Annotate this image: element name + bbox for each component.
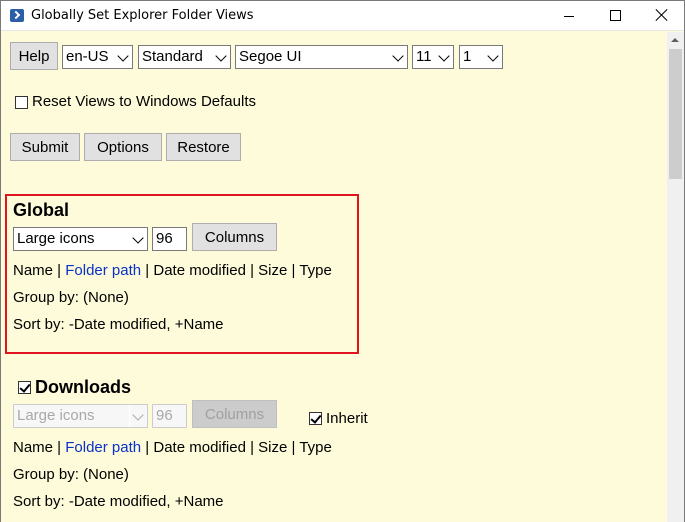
reset-views-checkbox[interactable] — [15, 96, 28, 109]
chevron-down-icon — [114, 46, 132, 68]
options-button[interactable]: Options — [84, 133, 162, 161]
chevron-down-icon — [435, 46, 453, 68]
downloads-view-value: Large icons — [17, 407, 95, 424]
minimize-button[interactable] — [546, 1, 592, 31]
close-button[interactable] — [638, 1, 684, 31]
global-columns-list: Name | Folder path | Date modified | Siz… — [13, 262, 332, 279]
global-view-select[interactable]: Large icons — [13, 227, 148, 251]
downloads-group-by: Group by: (None) — [13, 466, 129, 483]
downloads-columns-list: Name | Folder path | Date modified | Siz… — [13, 439, 332, 456]
reset-views-label: Reset Views to Windows Defaults — [32, 93, 256, 110]
column-type: Type — [299, 262, 332, 279]
global-icon-size-input[interactable]: 96 — [152, 227, 187, 251]
close-icon — [655, 8, 669, 22]
chevron-down-icon — [129, 405, 147, 427]
title-bar: Globally Set Explorer Folder Views — [1, 1, 684, 31]
main-content: Help en-US Standard Segoe UI 11 1 Reset … — [1, 32, 667, 522]
column-name: Name — [13, 439, 54, 456]
column-separator: | — [53, 439, 66, 456]
column-size: Size — [258, 262, 288, 279]
font-size-select[interactable]: 11 — [412, 45, 454, 69]
scroll-thumb[interactable] — [669, 49, 682, 179]
downloads-checkbox[interactable] — [18, 381, 31, 394]
column-type: Type — [299, 439, 332, 456]
column-separator: | — [245, 439, 259, 456]
minimize-icon — [564, 16, 574, 17]
scale-select[interactable]: 1 — [459, 45, 503, 69]
column-name: Name — [13, 262, 54, 279]
app-window: Globally Set Explorer Folder Views Help … — [0, 0, 685, 522]
inherit-checkbox[interactable] — [309, 412, 322, 425]
language-value: en-US — [66, 48, 109, 65]
inherit-label: Inherit — [326, 410, 368, 427]
downloads-columns-button[interactable]: Columns — [192, 400, 277, 428]
maximize-icon — [610, 10, 621, 21]
column-folder-path-link[interactable]: Folder path — [65, 262, 141, 279]
font-value: Segoe UI — [239, 48, 302, 65]
downloads-icon-size-input[interactable]: 96 — [152, 404, 187, 428]
scroll-up-arrow-icon[interactable] — [667, 32, 684, 49]
font-select[interactable]: Segoe UI — [235, 45, 408, 69]
global-sort-by: Sort by: -Date modified, +Name — [13, 316, 224, 333]
chevron-down-icon — [212, 46, 230, 68]
downloads-sort-by: Sort by: -Date modified, +Name — [13, 493, 224, 510]
style-select[interactable]: Standard — [138, 45, 231, 69]
column-size: Size — [258, 439, 288, 456]
scale-value: 1 — [463, 48, 472, 65]
column-date-modified: Date modified — [153, 262, 246, 279]
font-size-value: 11 — [416, 48, 432, 65]
language-select[interactable]: en-US — [62, 45, 133, 69]
maximize-button[interactable] — [592, 1, 638, 31]
powershell-icon — [10, 9, 24, 22]
submit-button[interactable]: Submit — [10, 133, 80, 161]
restore-button[interactable]: Restore — [166, 133, 241, 161]
column-separator: | — [141, 439, 154, 456]
window-title: Globally Set Explorer Folder Views — [31, 8, 254, 23]
help-button[interactable]: Help — [10, 42, 58, 70]
global-heading: Global — [13, 200, 70, 220]
column-separator: | — [141, 262, 154, 279]
column-folder-path-link[interactable]: Folder path — [65, 439, 141, 456]
column-separator: | — [245, 262, 259, 279]
downloads-heading: Downloads — [35, 377, 132, 397]
global-view-value: Large icons — [17, 230, 95, 247]
global-columns-button[interactable]: Columns — [192, 223, 277, 251]
column-separator: | — [287, 439, 300, 456]
chevron-down-icon — [129, 228, 147, 250]
vertical-scrollbar[interactable] — [667, 32, 684, 522]
column-separator: | — [287, 262, 300, 279]
global-group-by: Group by: (None) — [13, 289, 129, 306]
style-value: Standard — [142, 48, 203, 65]
downloads-view-select[interactable]: Large icons — [13, 404, 148, 428]
chevron-down-icon — [484, 46, 502, 68]
chevron-down-icon — [389, 46, 407, 68]
column-separator: | — [53, 262, 66, 279]
column-date-modified: Date modified — [153, 439, 246, 456]
